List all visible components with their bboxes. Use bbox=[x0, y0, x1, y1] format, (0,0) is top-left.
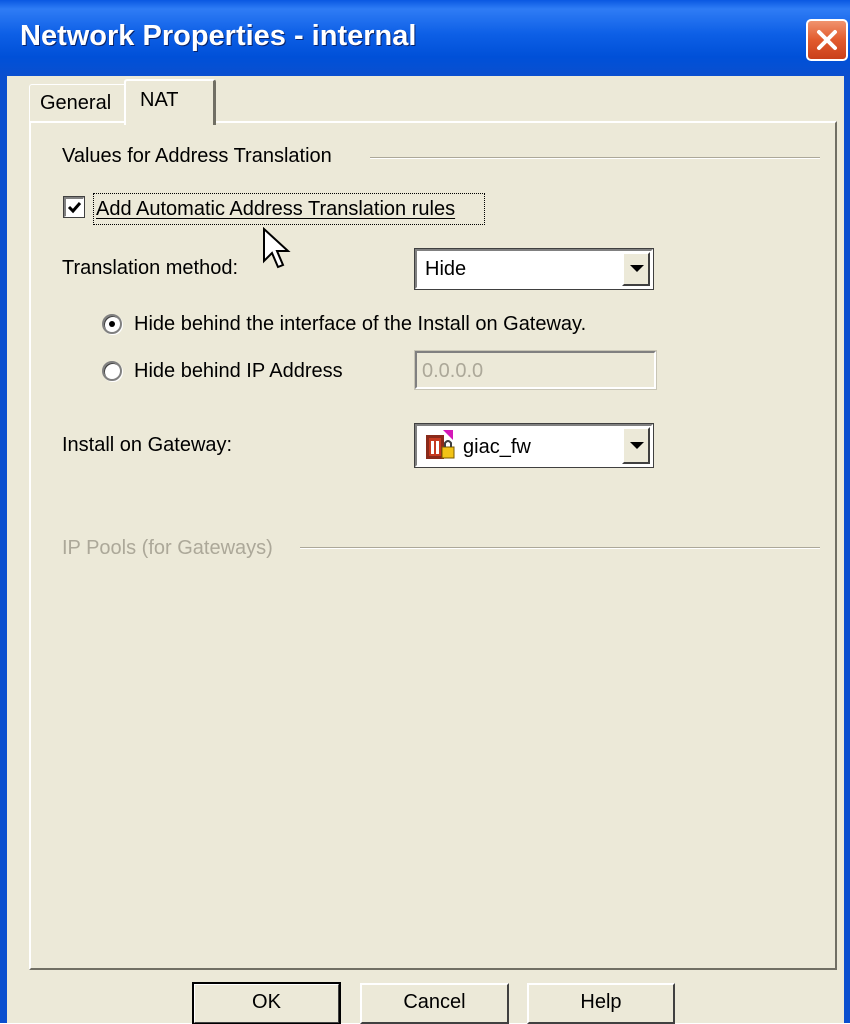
hide-behind-ip-label[interactable]: Hide behind IP Address bbox=[134, 360, 343, 383]
gateway-icon bbox=[423, 430, 459, 467]
group-divider bbox=[370, 157, 820, 159]
translation-method-dropdown-button[interactable] bbox=[622, 252, 650, 286]
translation-method-select[interactable]: Hide bbox=[414, 248, 654, 290]
tab-general-label: General bbox=[40, 92, 112, 114]
title-bar[interactable]: Network Properties - internal bbox=[0, 0, 850, 76]
install-on-gateway-dropdown-button[interactable] bbox=[622, 427, 650, 464]
hide-behind-interface-label[interactable]: Hide behind the interface of the Install… bbox=[134, 313, 586, 336]
radio-selected-dot bbox=[109, 321, 115, 327]
install-on-gateway-label: Install on Gateway: bbox=[62, 434, 233, 456]
tab-nat[interactable]: NAT bbox=[124, 79, 216, 125]
auto-rules-checkbox[interactable] bbox=[63, 196, 85, 218]
tab-nat-label: NAT bbox=[140, 89, 179, 111]
ip-address-field: 0.0.0.0 bbox=[414, 350, 657, 390]
address-translation-group-title: Values for Address Translation bbox=[62, 145, 332, 167]
ip-address-value: 0.0.0.0 bbox=[422, 360, 484, 382]
install-on-gateway-select[interactable]: giac_fw bbox=[414, 423, 654, 468]
cancel-button[interactable]: Cancel bbox=[360, 983, 509, 1024]
translation-method-label: Translation method: bbox=[62, 257, 239, 279]
auto-rules-label[interactable]: Add Automatic Address Translation rules bbox=[96, 198, 455, 221]
mouse-cursor-icon bbox=[262, 226, 292, 276]
tab-general[interactable]: General bbox=[29, 84, 125, 122]
close-button[interactable] bbox=[806, 19, 848, 61]
translation-method-value: Hide bbox=[425, 258, 467, 280]
help-button[interactable]: Help bbox=[527, 983, 675, 1024]
network-properties-dialog: Network Properties - internal General NA… bbox=[0, 0, 850, 1024]
install-on-gateway-value: giac_fw bbox=[463, 436, 531, 458]
ip-pools-divider bbox=[300, 547, 820, 549]
window-title: Network Properties - internal bbox=[20, 20, 417, 52]
hide-behind-ip-radio[interactable] bbox=[102, 361, 122, 381]
ok-button[interactable]: OK bbox=[192, 982, 341, 1024]
ip-pools-group-title: IP Pools (for Gateways) bbox=[62, 537, 273, 559]
window-frame-right bbox=[844, 76, 850, 1023]
window-frame-left bbox=[0, 76, 7, 1023]
hide-behind-interface-radio[interactable] bbox=[102, 314, 122, 334]
